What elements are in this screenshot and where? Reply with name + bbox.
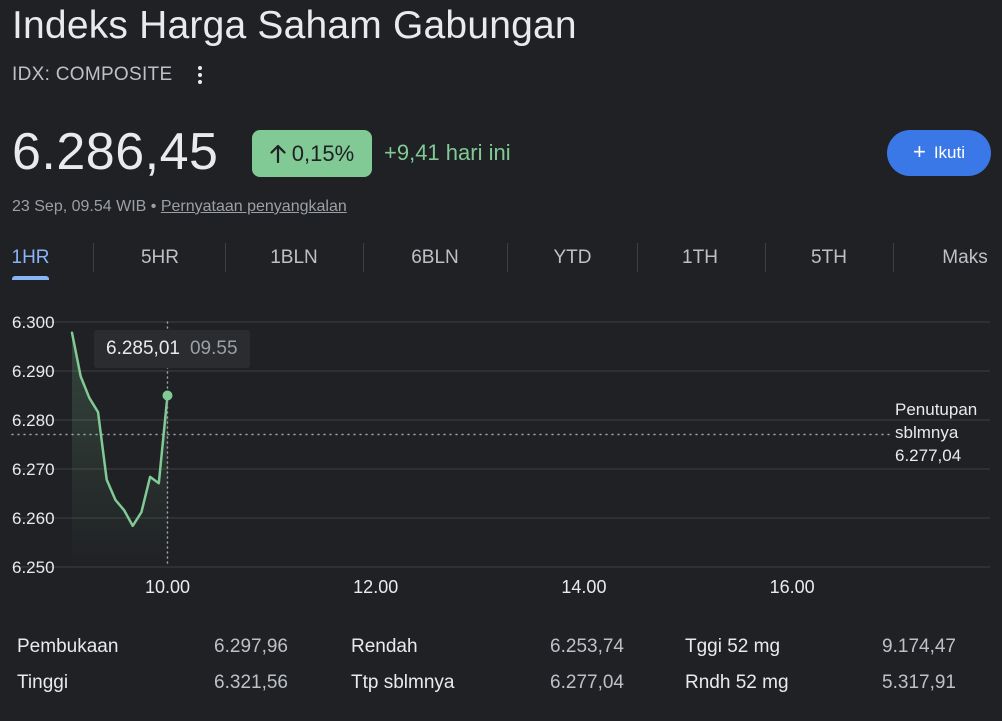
timestamp: 23 Sep, 09.54 WIB	[12, 198, 147, 215]
tab-divider	[363, 243, 364, 272]
change-percent-badge: 0,15%	[252, 130, 372, 177]
more-vert-icon[interactable]	[188, 62, 212, 88]
stat-label-low: Rendah	[351, 636, 418, 657]
stat-value-open: 6.297,96	[214, 636, 288, 657]
tab-maks[interactable]: Maks	[936, 238, 994, 278]
y-tick-label: 6.280	[12, 411, 55, 430]
tooltip-time: 09.55	[189, 338, 238, 359]
plus-icon: +	[912, 139, 926, 164]
y-tick-label: 6.290	[12, 362, 55, 381]
tab-6bln[interactable]: 6BLN	[401, 238, 469, 278]
tab-5th[interactable]: 5TH	[802, 238, 856, 278]
arrow-up-icon	[270, 144, 286, 163]
previous-close-label: Penutupan sblmnya 6.277,04	[895, 398, 977, 467]
x-tick-label: 12.00	[353, 577, 398, 597]
tab-1hr[interactable]: 1HR	[12, 238, 50, 278]
tab-divider	[637, 243, 638, 272]
stat-value-high: 6.321,56	[214, 672, 288, 693]
previous-close-line2: sblmnya	[895, 423, 959, 442]
tooltip-value: 6.285,01	[106, 338, 180, 359]
tab-divider	[93, 243, 94, 272]
previous-close-line1: Penutupan	[895, 400, 978, 419]
ticker-row: IDX: COMPOSITE	[12, 62, 212, 88]
ticker-symbol: IDX: COMPOSITE	[12, 64, 173, 85]
current-price: 6.286,45	[12, 123, 219, 181]
quote-meta: 23 Sep, 09.54 WIB • Pernyataan penyangka…	[12, 198, 347, 216]
previous-close-value: 6.277,04	[895, 446, 962, 465]
y-tick-label: 6.260	[12, 509, 55, 528]
change-absolute: +9,41 hari ini	[384, 140, 511, 165]
x-tick-label: 10.00	[145, 577, 190, 597]
meta-separator: •	[150, 198, 157, 215]
follow-button[interactable]: + Ikuti	[887, 130, 991, 176]
y-tick-label: 6.300	[12, 313, 55, 332]
stat-value-52w-low: 5.317,91	[882, 672, 956, 693]
y-tick-label: 6.270	[12, 460, 55, 479]
disclaimer-link[interactable]: Pernyataan penyangkalan	[161, 198, 347, 215]
tab-1bln[interactable]: 1BLN	[262, 238, 326, 278]
stat-value-52w-high: 9.174,47	[882, 636, 956, 657]
stat-value-prev-close: 6.277,04	[550, 672, 624, 693]
crosshair-dot	[162, 390, 173, 401]
page-title: Indeks Harga Saham Gabungan	[12, 4, 577, 47]
change-percent-value: 0,15%	[291, 140, 355, 166]
tab-divider	[507, 243, 508, 272]
stat-label-52w-low: Rndh 52 mg	[685, 672, 789, 693]
y-tick-label: 6.250	[12, 558, 55, 577]
range-tabs: 1HR 5HR 1BLN 6BLN YTD 1TH 5TH Maks	[0, 238, 1002, 284]
tab-divider	[765, 243, 766, 272]
x-tick-label: 16.00	[770, 577, 815, 597]
tab-5hr[interactable]: 5HR	[130, 238, 190, 278]
tab-divider	[893, 243, 894, 272]
tab-divider	[225, 243, 226, 272]
stat-label-52w-high: Tggi 52 mg	[685, 636, 781, 657]
stat-label-open: Pembukaan	[17, 636, 119, 657]
follow-button-label: Ikuti	[933, 143, 966, 162]
tab-1th[interactable]: 1TH	[675, 238, 725, 278]
tab-ytd[interactable]: YTD	[545, 238, 600, 278]
active-tab-indicator	[12, 276, 49, 280]
stat-label-high: Tinggi	[17, 672, 69, 693]
stat-value-low: 6.253,74	[550, 636, 624, 657]
chart-tooltip: 6.285,01 09.55	[94, 330, 250, 368]
x-tick-label: 14.00	[561, 577, 606, 597]
stat-label-prev-close: Ttp sblmnya	[351, 672, 455, 693]
